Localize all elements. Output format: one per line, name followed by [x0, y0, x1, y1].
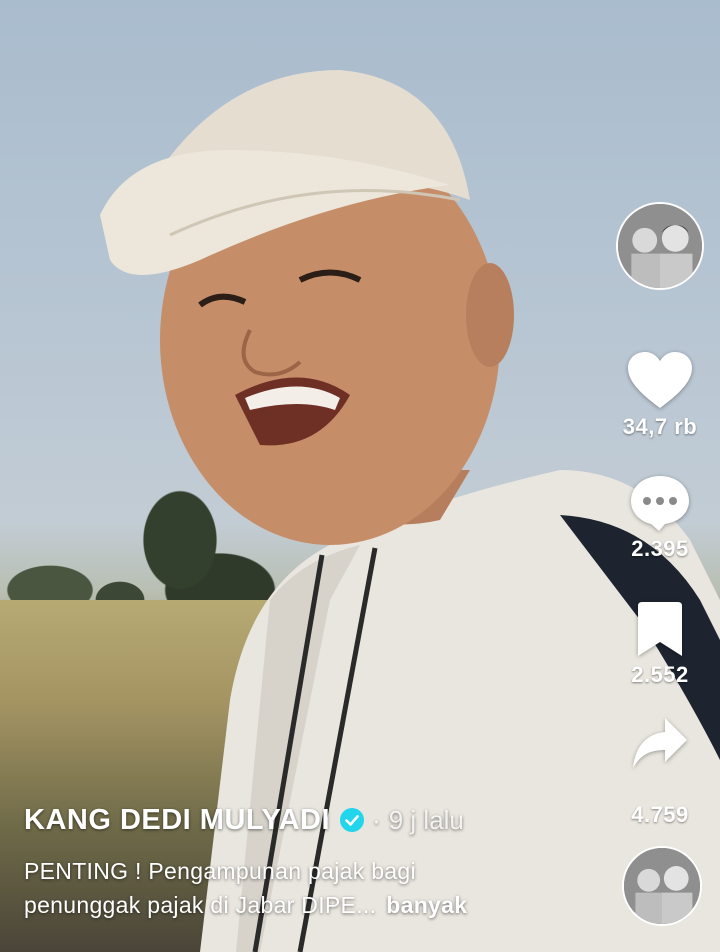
- share-action[interactable]: 4.759: [610, 716, 710, 828]
- comment-count: 2.395: [631, 536, 689, 561]
- description-text-2: penunggak pajak di Jabar DIPE...: [24, 892, 377, 918]
- bookmark-icon[interactable]: [638, 602, 682, 658]
- music-disc-icon: [624, 848, 700, 924]
- sound-disc[interactable]: [622, 846, 702, 926]
- video-description[interactable]: PENTING ! Pengampunan pajak bagi penungg…: [24, 854, 604, 922]
- video-caption: KANG DEDI MULYADI · 9 j lalu PENTING ! P…: [24, 800, 604, 922]
- time-separator: ·: [372, 804, 381, 835]
- verified-badge-icon: [340, 808, 365, 832]
- save-count: 2.552: [631, 662, 689, 687]
- more-link[interactable]: banyak: [386, 892, 467, 918]
- save-action[interactable]: 2.552: [610, 602, 710, 688]
- like-action[interactable]: 34,7 rb: [610, 352, 710, 440]
- heart-icon[interactable]: [628, 352, 692, 410]
- author-row: KANG DEDI MULYADI · 9 j lalu: [24, 800, 604, 840]
- post-time: 9 j lalu: [388, 804, 464, 835]
- share-count: 4.759: [631, 802, 689, 827]
- author-name[interactable]: KANG DEDI MULYADI: [24, 804, 330, 837]
- share-arrow-icon[interactable]: [631, 716, 689, 772]
- comment-action[interactable]: 2.395: [610, 474, 710, 562]
- like-count: 34,7 rb: [622, 414, 698, 439]
- description-line-1: PENTING ! Pengampunan pajak bagi: [24, 858, 416, 884]
- description-line-2: penunggak pajak di Jabar DIPE... banyak: [24, 888, 604, 922]
- creator-avatar[interactable]: [616, 202, 704, 290]
- avatar-photo-icon: [618, 204, 702, 288]
- comment-bubble-icon[interactable]: [629, 474, 691, 532]
